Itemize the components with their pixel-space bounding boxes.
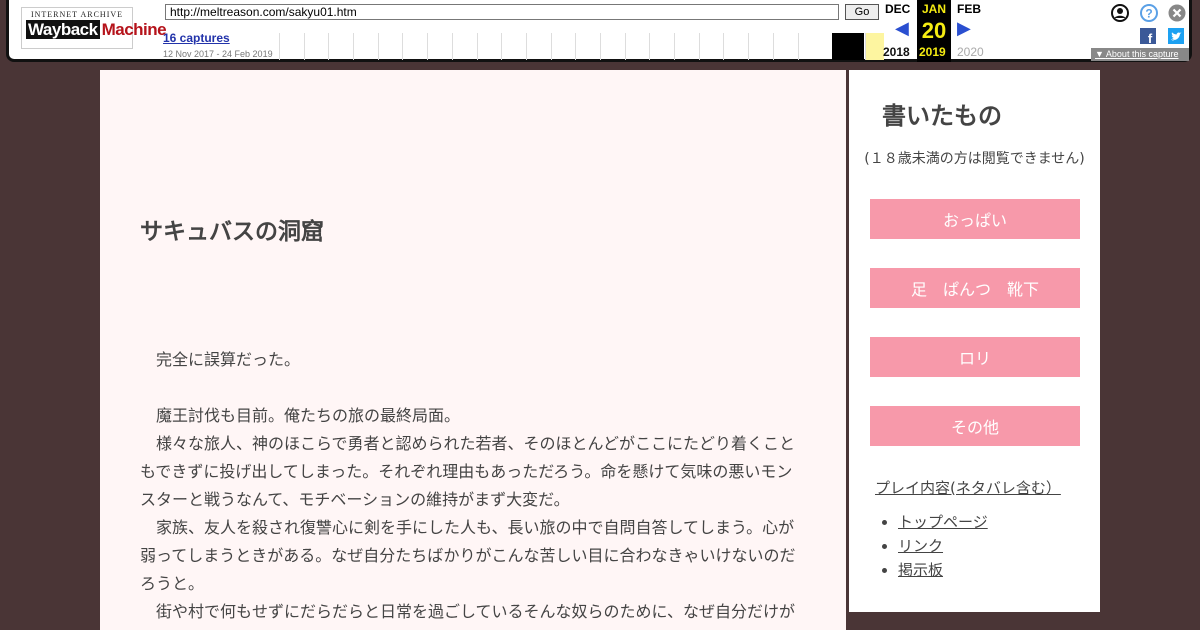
link-top-page[interactable]: トップページ bbox=[898, 510, 988, 534]
sparkline-month-cell[interactable] bbox=[353, 33, 378, 60]
logo-main-text: Wayback Machine bbox=[26, 20, 167, 39]
category-button-ashi[interactable]: 足 ぱんつ 靴下 bbox=[870, 268, 1080, 308]
next-month[interactable]: FEB bbox=[957, 2, 981, 16]
sparkline-month-cell[interactable] bbox=[698, 33, 724, 60]
story-content: サキュバスの洞窟 完全に誤算だった。 魔王討伐も目前。俺たちの旅の最終局面。 様… bbox=[100, 70, 846, 630]
sparkline-month-cell[interactable] bbox=[797, 33, 823, 60]
story-paragraph: 魔王討伐も目前。俺たちの旅の最終局面。 bbox=[156, 406, 461, 425]
category-button-loli[interactable]: ロリ bbox=[870, 337, 1080, 377]
sparkline-month-cell[interactable] bbox=[377, 33, 403, 60]
story-text: 完全に誤算だった。 魔王討伐も目前。俺たちの旅の最終局面。 様々な旅人、神のほこ… bbox=[140, 346, 800, 626]
sidebar-links: トップページ リンク 掲示板 bbox=[880, 510, 988, 582]
story-paragraph: 街や村で何もせずにだらだらと日常を過ごしているそんな奴らのために、なぜ自分だけが bbox=[156, 602, 796, 621]
current-day: 20 bbox=[921, 18, 947, 43]
age-warning: (１８歳未満の方は閲覧できません) bbox=[864, 151, 1085, 167]
sparkline-month-cell[interactable] bbox=[328, 33, 353, 60]
next-capture-arrow-icon[interactable]: ▶ bbox=[957, 18, 971, 39]
capture-sparkline[interactable] bbox=[279, 33, 884, 60]
story-paragraph: 様々な旅人、神のほこらで勇者と認められた若者、そのほとんどがここにたどり着くこと… bbox=[140, 434, 796, 509]
sparkline-current-highlight[interactable] bbox=[865, 33, 884, 60]
sidebar-heading: 書いたもの bbox=[882, 102, 1002, 130]
sparkline-month-cell[interactable] bbox=[772, 33, 798, 60]
sparkline-month-cell[interactable] bbox=[575, 33, 600, 60]
sparkline-month-cell[interactable] bbox=[624, 33, 650, 60]
sparkline-month-cell[interactable] bbox=[649, 33, 674, 60]
wayback-toolbar: INTERNET ARCHIVE Wayback Machine http://m… bbox=[6, 0, 1192, 62]
about-capture-button[interactable]: ▼ About this capture bbox=[1091, 48, 1189, 61]
link-bbs[interactable]: 掲示板 bbox=[898, 558, 988, 582]
sparkline-month-cell[interactable] bbox=[476, 33, 502, 60]
link-links[interactable]: リンク bbox=[898, 534, 988, 558]
svg-text:?: ? bbox=[1145, 7, 1152, 21]
sparkline-month-cell[interactable] bbox=[427, 33, 452, 60]
wayback-logo[interactable]: INTERNET ARCHIVE Wayback Machine bbox=[21, 7, 167, 49]
sparkline-month-cell[interactable] bbox=[501, 33, 526, 60]
sparkline-month-cell[interactable] bbox=[748, 33, 773, 60]
story-paragraph: 家族、友人を殺され復讐心に剣を手にした人も、長い旅の中で自問自答してしまう。心が… bbox=[140, 518, 796, 593]
close-icon[interactable] bbox=[1168, 4, 1186, 26]
sparkline-month-cell[interactable] bbox=[550, 33, 576, 60]
twitter-icon[interactable] bbox=[1168, 28, 1184, 48]
current-year: 2019 bbox=[919, 45, 946, 59]
sparkline-month-cell[interactable] bbox=[723, 33, 748, 60]
facebook-icon[interactable]: f bbox=[1140, 28, 1156, 48]
go-button[interactable]: Go bbox=[845, 4, 879, 20]
captures-link[interactable]: 16 captures bbox=[163, 31, 230, 45]
sparkline-month-cell[interactable] bbox=[451, 33, 477, 60]
current-month: JAN bbox=[921, 2, 946, 16]
prev-month[interactable]: DEC bbox=[885, 2, 910, 16]
sparkline-month-cell[interactable] bbox=[599, 33, 625, 60]
sparkline-capture-bar[interactable] bbox=[832, 33, 864, 60]
sidebar: 書いたもの (１８歳未満の方は閲覧できません) おっぱい 足 ぱんつ 靴下 ロリ… bbox=[849, 70, 1100, 612]
category-button-other[interactable]: その他 bbox=[870, 406, 1080, 446]
category-button-oppai[interactable]: おっぱい bbox=[870, 199, 1080, 239]
sparkline-month-cell[interactable] bbox=[674, 33, 699, 60]
user-account-icon[interactable] bbox=[1111, 4, 1129, 26]
play-content-link[interactable]: プレイ内容(ネタバレ含む） bbox=[875, 477, 1061, 498]
story-paragraph: 完全に誤算だった。 bbox=[156, 350, 301, 369]
prev-year[interactable]: 2018 bbox=[883, 45, 910, 59]
sparkline-month-cell[interactable] bbox=[279, 33, 304, 60]
prev-capture-arrow-icon[interactable]: ◀ bbox=[895, 18, 909, 39]
url-input[interactable]: http://meltreason.com/sakyu01.htm bbox=[165, 4, 839, 20]
svg-text:f: f bbox=[1148, 31, 1153, 44]
sparkline-month-cell[interactable] bbox=[303, 33, 329, 60]
logo-top-text: INTERNET ARCHIVE bbox=[30, 10, 124, 19]
help-icon[interactable]: ? bbox=[1140, 4, 1158, 26]
sparkline-month-cell[interactable] bbox=[525, 33, 551, 60]
capture-date-range: 12 Nov 2017 - 24 Feb 2019 bbox=[163, 49, 273, 59]
story-title: サキュバスの洞窟 bbox=[140, 219, 324, 245]
next-year: 2020 bbox=[957, 45, 984, 59]
sparkline-month-cell[interactable] bbox=[402, 33, 427, 60]
